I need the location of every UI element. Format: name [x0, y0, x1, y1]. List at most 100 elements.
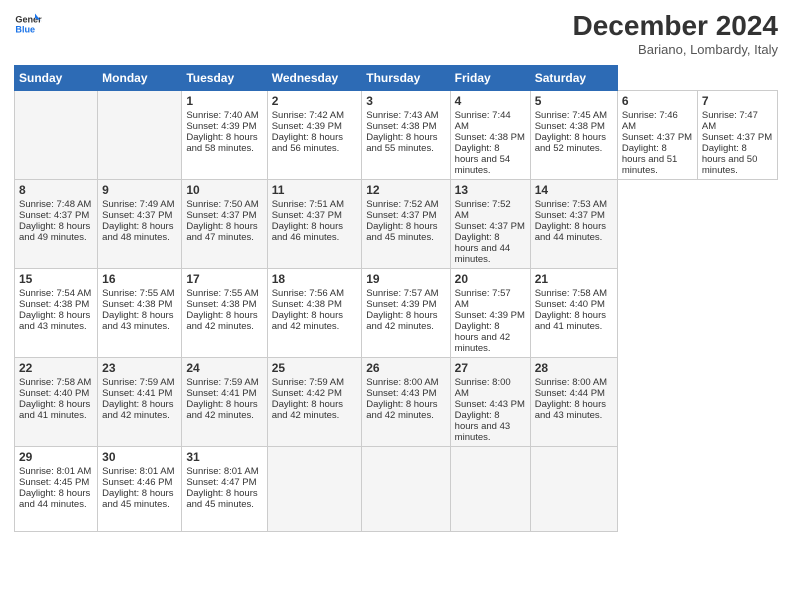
- daylight: Daylight: 8 hours and 45 minutes.: [186, 488, 257, 510]
- calendar-cell: [267, 447, 362, 532]
- sunset: Sunset: 4:39 PM: [272, 121, 342, 132]
- calendar-cell: 23Sunrise: 7:59 AMSunset: 4:41 PMDayligh…: [98, 358, 182, 447]
- calendar-week-1: 1Sunrise: 7:40 AMSunset: 4:39 PMDaylight…: [15, 91, 778, 180]
- day-number: 22: [19, 361, 93, 375]
- sunset: Sunset: 4:38 PM: [455, 132, 525, 143]
- sunrise: Sunrise: 7:48 AM: [19, 199, 91, 210]
- sunrise: Sunrise: 7:59 AM: [272, 377, 344, 388]
- col-header-sunday: Sunday: [15, 66, 98, 91]
- day-number: 18: [272, 272, 358, 286]
- sunset: Sunset: 4:39 PM: [366, 299, 436, 310]
- calendar-cell: 22Sunrise: 7:58 AMSunset: 4:40 PMDayligh…: [15, 358, 98, 447]
- calendar-cell: 9Sunrise: 7:49 AMSunset: 4:37 PMDaylight…: [98, 180, 182, 269]
- calendar-cell: 29Sunrise: 8:01 AMSunset: 4:45 PMDayligh…: [15, 447, 98, 532]
- day-number: 25: [272, 361, 358, 375]
- logo: General Blue: [14, 10, 42, 38]
- day-number: 21: [535, 272, 613, 286]
- sunrise: Sunrise: 7:52 AM: [366, 199, 438, 210]
- sunset: Sunset: 4:45 PM: [19, 477, 89, 488]
- calendar-week-5: 29 Sunrise: 8:01 AM Sunset: 4:45 PM Dayligh…: [15, 447, 778, 532]
- day-number: 10: [186, 183, 262, 197]
- sunset: Sunset: 4:37 PM: [702, 132, 772, 143]
- col-header-wednesday: Wednesday: [267, 66, 362, 91]
- day-number: 20: [455, 272, 526, 286]
- sunrise: Sunrise: 8:00 AM: [455, 377, 511, 399]
- daylight: Daylight: 8 hours and 56 minutes.: [272, 132, 343, 154]
- daylight: Daylight: 8 hours and 43 minutes.: [102, 310, 173, 332]
- calendar-cell: 14Sunrise: 7:53 AMSunset: 4:37 PMDayligh…: [530, 180, 617, 269]
- calendar-cell: 4Sunrise: 7:44 AMSunset: 4:38 PMDaylight…: [450, 91, 530, 180]
- title-block: December 2024 Bariano, Lombardy, Italy: [573, 10, 778, 57]
- daylight: Daylight: 8 hours and 49 minutes.: [19, 221, 90, 243]
- svg-text:Blue: Blue: [15, 24, 35, 34]
- calendar-table: SundayMondayTuesdayWednesdayThursdayFrid…: [14, 65, 778, 532]
- sunset: Sunset: 4:41 PM: [186, 388, 256, 399]
- calendar-cell: 28Sunrise: 8:00 AMSunset: 4:44 PMDayligh…: [530, 358, 617, 447]
- calendar-cell: 5Sunrise: 7:45 AMSunset: 4:38 PMDaylight…: [530, 91, 617, 180]
- sunset: Sunset: 4:46 PM: [102, 477, 172, 488]
- col-header-monday: Monday: [98, 66, 182, 91]
- calendar-cell: 13Sunrise: 7:52 AMSunset: 4:37 PMDayligh…: [450, 180, 530, 269]
- calendar-cell: 2Sunrise: 7:42 AMSunset: 4:39 PMDaylight…: [267, 91, 362, 180]
- calendar-cell: 31 Sunrise: 8:01 AMSunset: 4:47 PMDayligh…: [182, 447, 267, 532]
- sunset: Sunset: 4:42 PM: [272, 388, 342, 399]
- day-number: 11: [272, 183, 358, 197]
- sunrise: Sunrise: 8:01 AM: [186, 466, 258, 477]
- location-subtitle: Bariano, Lombardy, Italy: [573, 42, 778, 57]
- calendar-cell: 10Sunrise: 7:50 AMSunset: 4:37 PMDayligh…: [182, 180, 267, 269]
- col-header-friday: Friday: [450, 66, 530, 91]
- daylight: Daylight: 8 hours and 45 minutes.: [102, 488, 173, 510]
- sunrise: Sunrise: 7:56 AM: [272, 288, 344, 299]
- sunrise: Sunrise: 7:45 AM: [535, 110, 607, 121]
- calendar-cell: 18 Sunrise: 7:56 AMSunset: 4:38 PMDayligh…: [267, 269, 362, 358]
- daylight: Daylight: 8 hours and 58 minutes.: [186, 132, 257, 154]
- daylight: Daylight: 8 hours and 42 minutes.: [186, 399, 257, 421]
- logo-icon: General Blue: [14, 10, 42, 38]
- sunset: Sunset: 4:44 PM: [535, 388, 605, 399]
- sunset: Sunset: 4:39 PM: [186, 121, 256, 132]
- day-number: 1: [186, 94, 262, 108]
- calendar-cell: 21 Sunrise: 7:58 AMSunset: 4:40 PMDayligh…: [530, 269, 617, 358]
- day-number: 16: [102, 272, 177, 286]
- calendar-cell: 25 Sunrise: 7:59 AMSunset: 4:42 PMDayligh…: [267, 358, 362, 447]
- calendar-cell: [450, 447, 530, 532]
- sunrise: Sunrise: 7:59 AM: [186, 377, 258, 388]
- sunset: Sunset: 4:38 PM: [272, 299, 342, 310]
- sunset: Sunset: 4:38 PM: [19, 299, 89, 310]
- daylight: Daylight: 8 hours and 42 minutes.: [272, 399, 343, 421]
- col-header-thursday: Thursday: [362, 66, 450, 91]
- sunrise: Sunrise: 7:40 AM: [186, 110, 258, 121]
- sunrise: Sunrise: 7:58 AM: [535, 288, 607, 299]
- calendar-week-3: 15Sunrise: 7:54 AMSunset: 4:38 PMDayligh…: [15, 269, 778, 358]
- sunrise: Sunrise: 7:52 AM: [455, 199, 511, 221]
- daylight: Daylight: 8 hours and 41 minutes.: [19, 399, 90, 421]
- calendar-cell: 11Sunrise: 7:51 AMSunset: 4:37 PMDayligh…: [267, 180, 362, 269]
- sunset: Sunset: 4:39 PM: [455, 310, 525, 321]
- sunset: Sunset: 4:40 PM: [535, 299, 605, 310]
- day-number: 8: [19, 183, 93, 197]
- col-header-tuesday: Tuesday: [182, 66, 267, 91]
- sunrise: Sunrise: 7:51 AM: [272, 199, 344, 210]
- daylight: Daylight: 8 hours and 41 minutes.: [535, 310, 606, 332]
- day-number: 31: [186, 450, 262, 464]
- daylight: Daylight: 8 hours and 51 minutes.: [622, 143, 677, 176]
- day-number: 14: [535, 183, 613, 197]
- daylight: Daylight: 8 hours and 42 minutes.: [272, 310, 343, 332]
- day-number: 17: [186, 272, 262, 286]
- daylight: Daylight: 8 hours and 50 minutes.: [702, 143, 757, 176]
- sunrise: Sunrise: 7:42 AM: [272, 110, 344, 121]
- day-number: 13: [455, 183, 526, 197]
- day-number: 12: [366, 183, 445, 197]
- calendar-cell: 7Sunrise: 7:47 AMSunset: 4:37 PMDaylight…: [697, 91, 777, 180]
- sunset: Sunset: 4:47 PM: [186, 477, 256, 488]
- day-number: 29: [19, 450, 93, 464]
- sunrise: Sunrise: 7:57 AM: [455, 288, 511, 310]
- day-number: 15: [19, 272, 93, 286]
- daylight: Daylight: 8 hours and 42 minutes.: [366, 310, 437, 332]
- daylight: Daylight: 8 hours and 42 minutes.: [102, 399, 173, 421]
- sunrise: Sunrise: 7:46 AM: [622, 110, 678, 132]
- sunrise: Sunrise: 7:55 AM: [186, 288, 258, 299]
- header: General Blue December 2024 Bariano, Lomb…: [14, 10, 778, 57]
- sunrise: Sunrise: 7:50 AM: [186, 199, 258, 210]
- sunset: Sunset: 4:38 PM: [535, 121, 605, 132]
